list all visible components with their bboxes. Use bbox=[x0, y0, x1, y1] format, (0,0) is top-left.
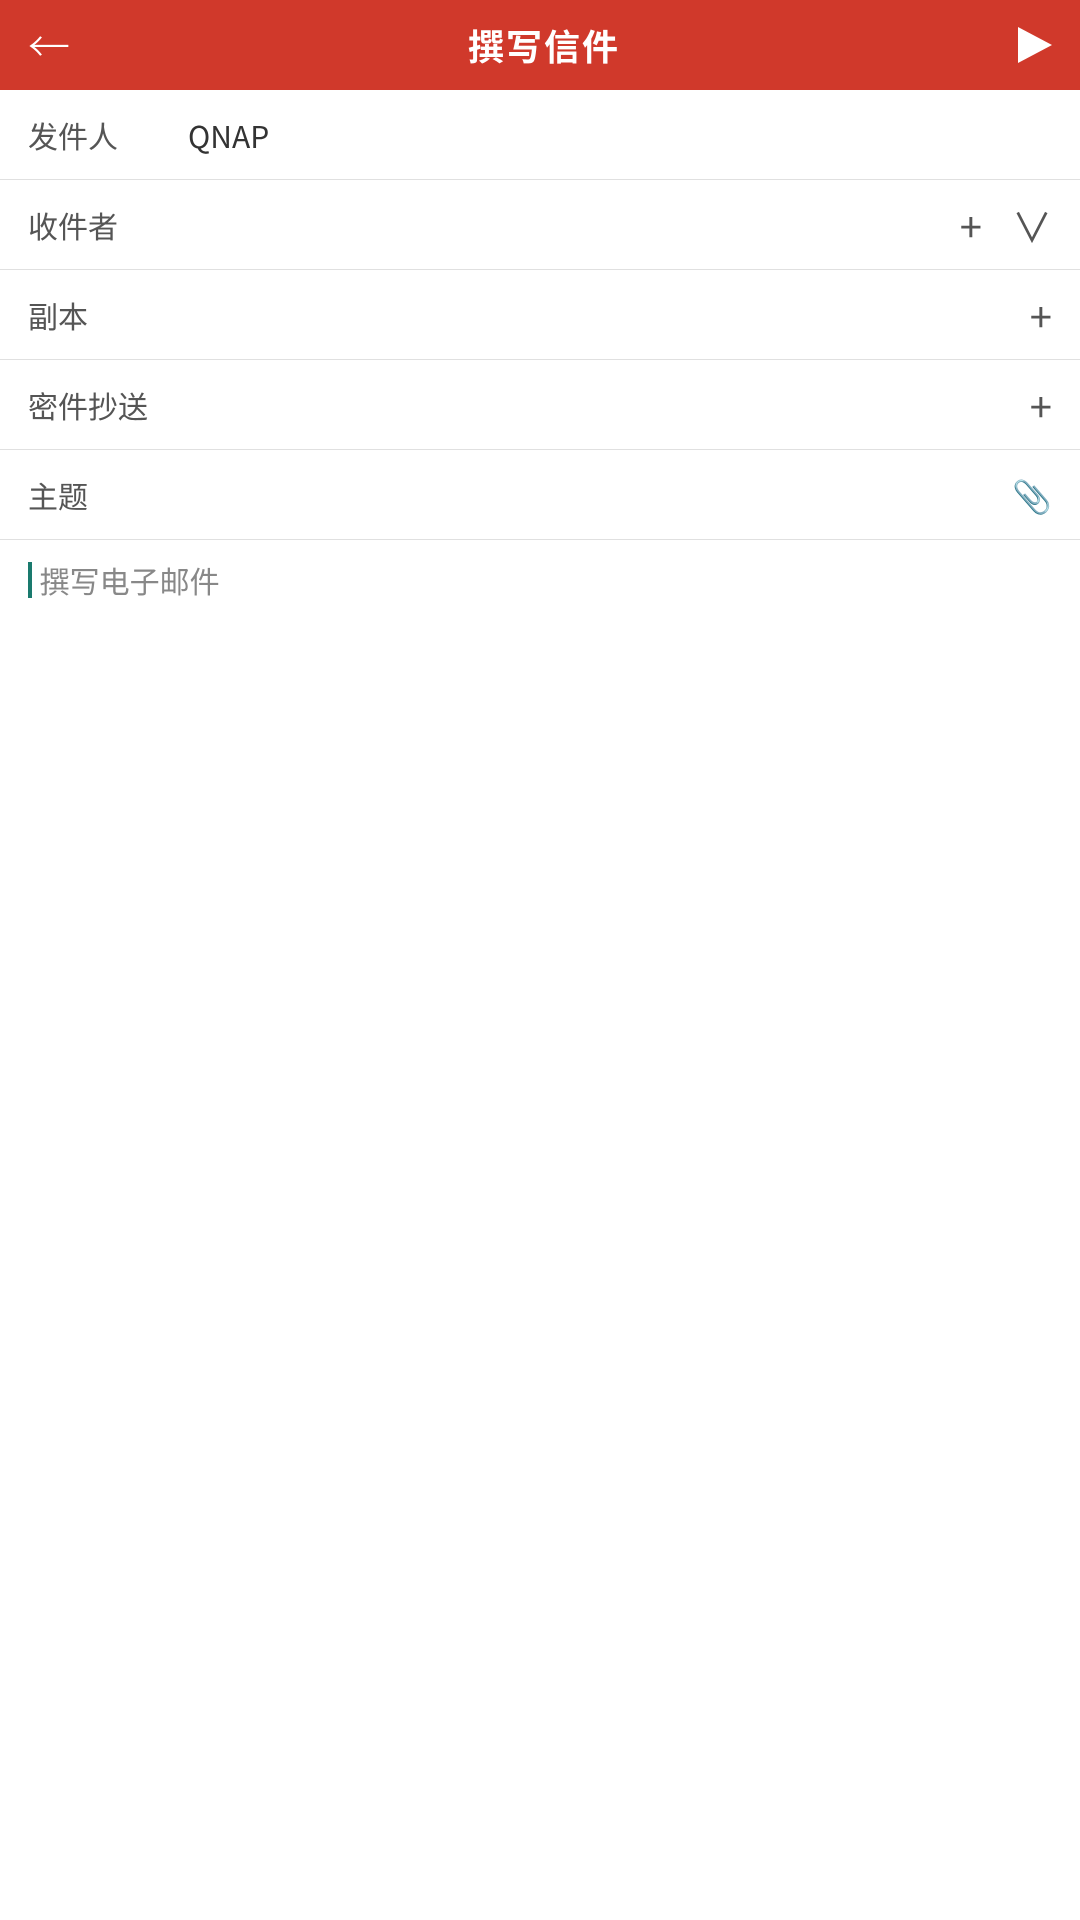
compose-placeholder: 撰写电子邮件 bbox=[40, 558, 220, 602]
subject-label: 主题 bbox=[28, 473, 148, 517]
to-label: 收件者 bbox=[28, 203, 148, 247]
send-icon bbox=[1018, 27, 1052, 63]
add-recipient-button[interactable]: + bbox=[960, 196, 982, 254]
add-cc-button[interactable]: + bbox=[1030, 286, 1052, 344]
back-button[interactable]: ← bbox=[28, 24, 70, 66]
subject-input[interactable] bbox=[158, 478, 1012, 512]
sender-value: QNAP bbox=[188, 113, 1052, 157]
subject-row: 主题 📎 bbox=[0, 450, 1080, 540]
cc-label: 副本 bbox=[28, 293, 148, 337]
sender-label: 发件人 bbox=[28, 113, 148, 157]
bcc-row: 密件抄送 + bbox=[0, 360, 1080, 450]
text-cursor bbox=[28, 562, 32, 598]
compose-body[interactable]: 撰写电子邮件 bbox=[0, 540, 1080, 1840]
app-bar: ← 撰写信件 bbox=[0, 0, 1080, 90]
sender-row: 发件人 QNAP bbox=[0, 90, 1080, 180]
cc-input[interactable] bbox=[158, 298, 1030, 332]
to-input[interactable] bbox=[158, 208, 960, 242]
bcc-input[interactable] bbox=[158, 388, 1030, 422]
to-row: 收件者 + ∨ bbox=[0, 180, 1080, 270]
page-title: 撰写信件 bbox=[468, 19, 620, 71]
bcc-label: 密件抄送 bbox=[28, 383, 148, 427]
attachment-button[interactable]: 📎 bbox=[1012, 472, 1052, 518]
expand-recipients-button[interactable]: ∨ bbox=[1012, 196, 1052, 254]
cc-row: 副本 + bbox=[0, 270, 1080, 360]
send-button[interactable] bbox=[1018, 27, 1052, 63]
add-bcc-button[interactable]: + bbox=[1030, 376, 1052, 434]
